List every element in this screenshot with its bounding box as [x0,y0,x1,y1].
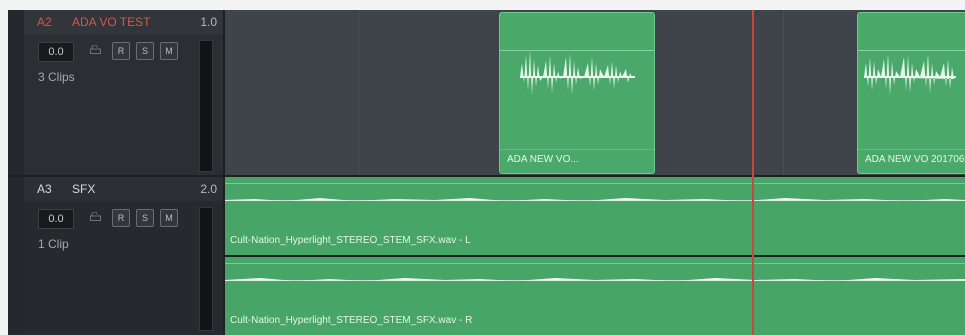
track-volume-field[interactable]: 0.0 [38,42,74,62]
clip-count: 3 Clips [38,70,75,84]
lock-icon[interactable] [90,212,101,221]
track-header-a3[interactable]: A3 SFX 2.0 0.0 R S M 1 Clip [8,177,223,335]
track-header-a2[interactable]: A2 ADA VO TEST 1.0 0.0 R S M 3 Clips [8,10,223,175]
track-name[interactable]: SFX [72,182,95,196]
clip-label: ADA NEW VO... [507,154,579,165]
track-color-stripe [8,10,24,175]
record-arm-button[interactable]: R [112,42,130,60]
lock-icon[interactable] [90,45,101,54]
waveform [520,51,635,95]
waveform [864,53,956,95]
track-lane-a3[interactable]: Cult-Nation_Hyperlight_STEREO_STEM_SFX.w… [225,177,965,335]
solo-button[interactable]: S [136,42,154,60]
clip-divider [858,149,965,150]
mute-button[interactable]: M [160,42,178,60]
audio-clip-right-channel[interactable]: Cult-Nation_Hyperlight_STEREO_STEM_SFX.w… [225,257,965,335]
waveform-baseline [225,280,965,281]
grid-line [783,10,784,175]
audio-clip[interactable]: ADA NEW VO... [499,12,655,174]
clip-label: ADA NEW VO 2017060 [865,154,965,165]
clip-divider [500,149,654,150]
clip-level-line [225,263,965,264]
level-meter [199,207,213,331]
track-number: 2.0 [200,182,217,196]
record-arm-button[interactable]: R [112,209,130,227]
waveform-baseline [225,200,965,201]
level-meter [199,40,213,172]
grid-line [358,10,359,175]
track-id: A2 [37,15,52,29]
audio-clip-left-channel[interactable]: Cult-Nation_Hyperlight_STEREO_STEM_SFX.w… [225,177,965,255]
track-color-stripe [8,177,24,335]
track-volume-field[interactable]: 0.0 [38,209,74,229]
track-lane-a2[interactable]: ADA NEW VO... ADA NEW VO 2017060 [225,10,965,175]
timeline-panel: A2 ADA VO TEST 1.0 0.0 R S M 3 Clips A3 … [8,10,965,335]
mute-button[interactable]: M [160,209,178,227]
solo-button[interactable]: S [136,209,154,227]
playhead[interactable] [752,10,754,335]
clip-label: Cult-Nation_Hyperlight_STEREO_STEM_SFX.w… [230,315,473,326]
track-number: 1.0 [200,15,217,29]
clip-label: Cult-Nation_Hyperlight_STEREO_STEM_SFX.w… [230,235,471,246]
track-name[interactable]: ADA VO TEST [72,15,150,29]
clip-count: 1 Clip [38,237,69,251]
audio-clip[interactable]: ADA NEW VO 2017060 [857,12,965,174]
track-title-bar[interactable]: A2 ADA VO TEST 1.0 [24,10,223,34]
clip-level-line [225,183,965,184]
track-title-bar[interactable]: A3 SFX 2.0 [24,177,223,201]
track-id: A3 [37,182,52,196]
